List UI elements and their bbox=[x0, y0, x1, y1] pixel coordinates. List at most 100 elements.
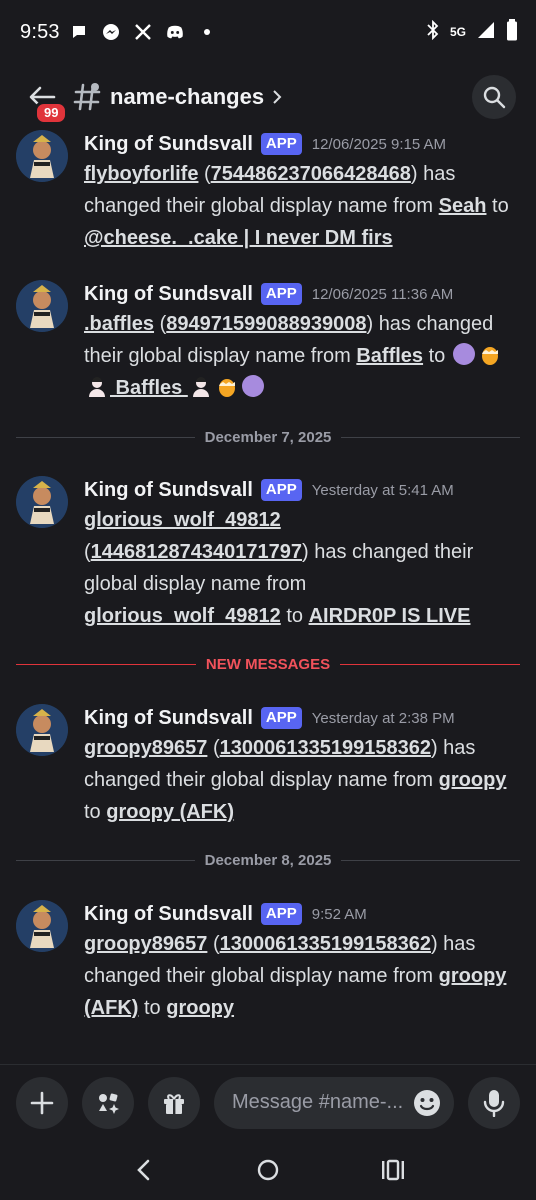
user-id-link[interactable]: 754486237066428468 bbox=[211, 163, 411, 185]
author-name[interactable]: King of Sundsvall bbox=[84, 283, 253, 306]
add-attachment-button[interactable] bbox=[16, 1076, 68, 1129]
dot-icon bbox=[198, 23, 216, 41]
network-label: 5G bbox=[449, 25, 466, 39]
old-name[interactable]: groopy bbox=[439, 769, 507, 791]
message-header: King of Sundsvall APP Yesterday at 2:38 … bbox=[84, 704, 522, 732]
search-icon bbox=[483, 86, 506, 109]
new-name[interactable]: groopy bbox=[166, 997, 234, 1019]
message-text: groopy89657 (1300061335199158362) has ch… bbox=[84, 933, 507, 1019]
user-id-link[interactable]: 894971599088939008 bbox=[166, 313, 366, 335]
author-name[interactable]: King of Sundsvall bbox=[84, 707, 253, 730]
app-tag: APP bbox=[260, 479, 302, 501]
emoji-icon bbox=[414, 1089, 440, 1116]
user-link[interactable]: .baffles bbox=[84, 313, 154, 335]
message-body: King of Sundsvall APP Yesterday at 2:38 … bbox=[84, 704, 522, 828]
user-link[interactable]: flyboyforlife bbox=[84, 163, 198, 185]
message-input[interactable] bbox=[232, 1091, 410, 1114]
person-icon bbox=[189, 374, 213, 398]
timestamp: 12/06/2025 11:36 AM bbox=[311, 285, 454, 303]
gift-button[interactable] bbox=[148, 1076, 200, 1129]
new-name[interactable]: groopy (AFK) bbox=[106, 801, 234, 823]
date-divider-label: December 7, 2025 bbox=[204, 428, 332, 446]
message-body: King of Sundsvall APP 9:52 AM groopy8965… bbox=[84, 900, 522, 1024]
battery-icon bbox=[506, 18, 518, 46]
date-divider: December 8, 2025 bbox=[16, 850, 521, 870]
back-button[interactable]: 99 bbox=[20, 75, 69, 125]
timestamp: 12/06/2025 9:15 AM bbox=[311, 135, 447, 153]
signal-icon bbox=[476, 20, 496, 45]
recents-icon bbox=[382, 1159, 405, 1181]
bluetooth-icon bbox=[426, 19, 440, 45]
status-time: 9:53 bbox=[20, 20, 60, 43]
nav-recents-button[interactable] bbox=[373, 1150, 413, 1190]
status-bar: 9:53 5G bbox=[0, 0, 536, 64]
new-name[interactable]: @cheese._.cake | I never DM firs bbox=[84, 227, 393, 249]
message-header: King of Sundsvall APP 9:52 AM bbox=[84, 900, 522, 928]
apps-icon bbox=[99, 1093, 119, 1114]
channel-hash-icon bbox=[72, 82, 102, 112]
old-name[interactable]: glorious_wolf_49812 bbox=[84, 605, 281, 627]
avatar[interactable] bbox=[16, 280, 68, 332]
message-text: .baffles (894971599088939008) has change… bbox=[84, 308, 522, 404]
date-divider-label: December 8, 2025 bbox=[204, 851, 332, 869]
app-tag: APP bbox=[260, 707, 302, 729]
nav-back-button[interactable] bbox=[123, 1150, 163, 1190]
message-body: King of Sundsvall APP 12/06/2025 9:15 AM… bbox=[84, 130, 522, 254]
message-text: glorious_wolf_49812 (1446812874340171797)… bbox=[84, 509, 474, 627]
timestamp: 9:52 AM bbox=[311, 905, 367, 923]
voice-message-button[interactable] bbox=[468, 1076, 520, 1129]
message-header: King of Sundsvall APP 12/06/2025 9:15 AM bbox=[84, 130, 522, 158]
system-nav-bar bbox=[0, 1140, 536, 1200]
emoji-button[interactable] bbox=[410, 1086, 444, 1120]
channel-header: 99 name-changes bbox=[0, 64, 536, 130]
message-body: King of Sundsvall APP Yesterday at 5:41 … bbox=[84, 476, 522, 632]
avatar[interactable] bbox=[16, 476, 68, 528]
date-divider: December 7, 2025 bbox=[16, 427, 521, 447]
app-tag: APP bbox=[260, 133, 302, 155]
notification-icons bbox=[70, 23, 216, 41]
app-tag: APP bbox=[260, 903, 302, 925]
message-input-wrap bbox=[214, 1076, 454, 1129]
apps-button[interactable] bbox=[82, 1076, 134, 1129]
message-list[interactable]: King of Sundsvall APP 12/06/2025 9:15 AM… bbox=[0, 126, 536, 1064]
gift-icon bbox=[164, 1093, 184, 1114]
old-name[interactable]: Seah bbox=[439, 195, 487, 217]
status-right: 5G bbox=[426, 18, 518, 46]
author-name[interactable]: King of Sundsvall bbox=[84, 133, 253, 156]
new-name[interactable]: AIRDR0P IS LIVE bbox=[309, 605, 471, 627]
search-button[interactable] bbox=[472, 75, 516, 119]
timestamp: Yesterday at 5:41 AM bbox=[311, 481, 454, 499]
new-messages-label: NEW MESSAGES bbox=[205, 655, 331, 673]
avatar[interactable] bbox=[16, 130, 68, 182]
person-icon bbox=[85, 374, 109, 398]
app-tag: APP bbox=[260, 283, 302, 305]
old-name[interactable]: Baffles bbox=[356, 345, 423, 367]
message-composer bbox=[0, 1064, 536, 1140]
user-link[interactable]: groopy89657 bbox=[84, 933, 207, 955]
channel-name[interactable]: name-changes bbox=[110, 84, 264, 110]
message-body: King of Sundsvall APP 12/06/2025 11:36 A… bbox=[84, 280, 522, 404]
timestamp: Yesterday at 2:38 PM bbox=[311, 709, 455, 727]
user-id-link[interactable]: 1300061335199158362 bbox=[220, 737, 431, 759]
chat-bubble-icon bbox=[70, 23, 88, 41]
unread-badge: 99 bbox=[34, 101, 69, 125]
author-name[interactable]: King of Sundsvall bbox=[84, 479, 253, 502]
user-id-link[interactable]: 1446812874340171797 bbox=[91, 541, 302, 563]
message-header: King of Sundsvall APP Yesterday at 5:41 … bbox=[84, 476, 522, 504]
plus-icon bbox=[30, 1091, 54, 1114]
egg-icon bbox=[215, 374, 239, 398]
nav-home-button[interactable] bbox=[248, 1150, 288, 1190]
user-id-link[interactable]: 1300061335199158362 bbox=[220, 933, 431, 955]
message-text: flyboyforlife (754486237066428468) has c… bbox=[84, 163, 509, 249]
avatar[interactable] bbox=[16, 900, 68, 952]
avatar[interactable] bbox=[16, 704, 68, 756]
egg-icon bbox=[478, 342, 502, 366]
user-link[interactable]: glorious_wolf_49812 bbox=[84, 509, 281, 531]
message-text: groopy89657 (1300061335199158362) has ch… bbox=[84, 737, 507, 823]
home-circle-icon bbox=[257, 1159, 279, 1181]
discord-icon bbox=[166, 23, 184, 41]
chevron-right-icon[interactable] bbox=[272, 89, 282, 105]
purple-circle-icon bbox=[452, 342, 476, 366]
author-name[interactable]: King of Sundsvall bbox=[84, 903, 253, 926]
user-link[interactable]: groopy89657 bbox=[84, 737, 207, 759]
